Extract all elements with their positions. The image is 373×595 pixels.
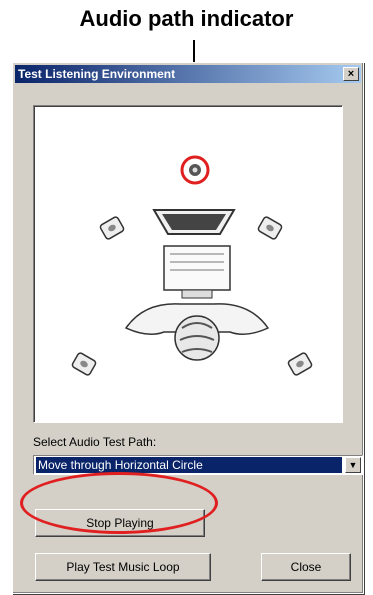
close-button[interactable]: Close bbox=[261, 553, 351, 581]
chevron-down-icon: ▼ bbox=[348, 460, 358, 470]
annotation-title: Audio path indicator bbox=[79, 6, 294, 31]
audio-test-path-label: Select Audio Test Path: bbox=[33, 435, 157, 449]
play-test-music-loop-button[interactable]: Play Test Music Loop bbox=[35, 553, 211, 581]
dropdown-arrow-button[interactable]: ▼ bbox=[345, 457, 361, 473]
listener-icon bbox=[124, 303, 270, 361]
center-speaker-icon bbox=[152, 209, 236, 235]
stop-playing-button[interactable]: Stop Playing bbox=[35, 509, 205, 537]
rear-right-speaker-icon bbox=[287, 352, 313, 376]
listening-environment-illustration bbox=[71, 155, 313, 376]
titlebar-close-button[interactable]: × bbox=[343, 67, 359, 81]
close-icon: × bbox=[347, 68, 355, 80]
monitor-icon bbox=[163, 245, 231, 299]
listening-environment-canvas bbox=[33, 105, 343, 423]
test-listening-dialog: Test Listening Environment × Select Audi… bbox=[12, 62, 364, 594]
audio-test-path-select[interactable]: Move through Horizontal Circle ▼ bbox=[33, 455, 363, 475]
titlebar: Test Listening Environment × bbox=[15, 65, 361, 83]
window-title: Test Listening Environment bbox=[18, 67, 176, 81]
front-right-speaker-icon bbox=[257, 216, 283, 240]
rear-left-speaker-icon bbox=[71, 352, 97, 376]
audio-path-indicator bbox=[180, 155, 210, 185]
audio-test-path-selected-value[interactable]: Move through Horizontal Circle bbox=[36, 457, 342, 473]
front-left-speaker-icon bbox=[99, 216, 125, 240]
